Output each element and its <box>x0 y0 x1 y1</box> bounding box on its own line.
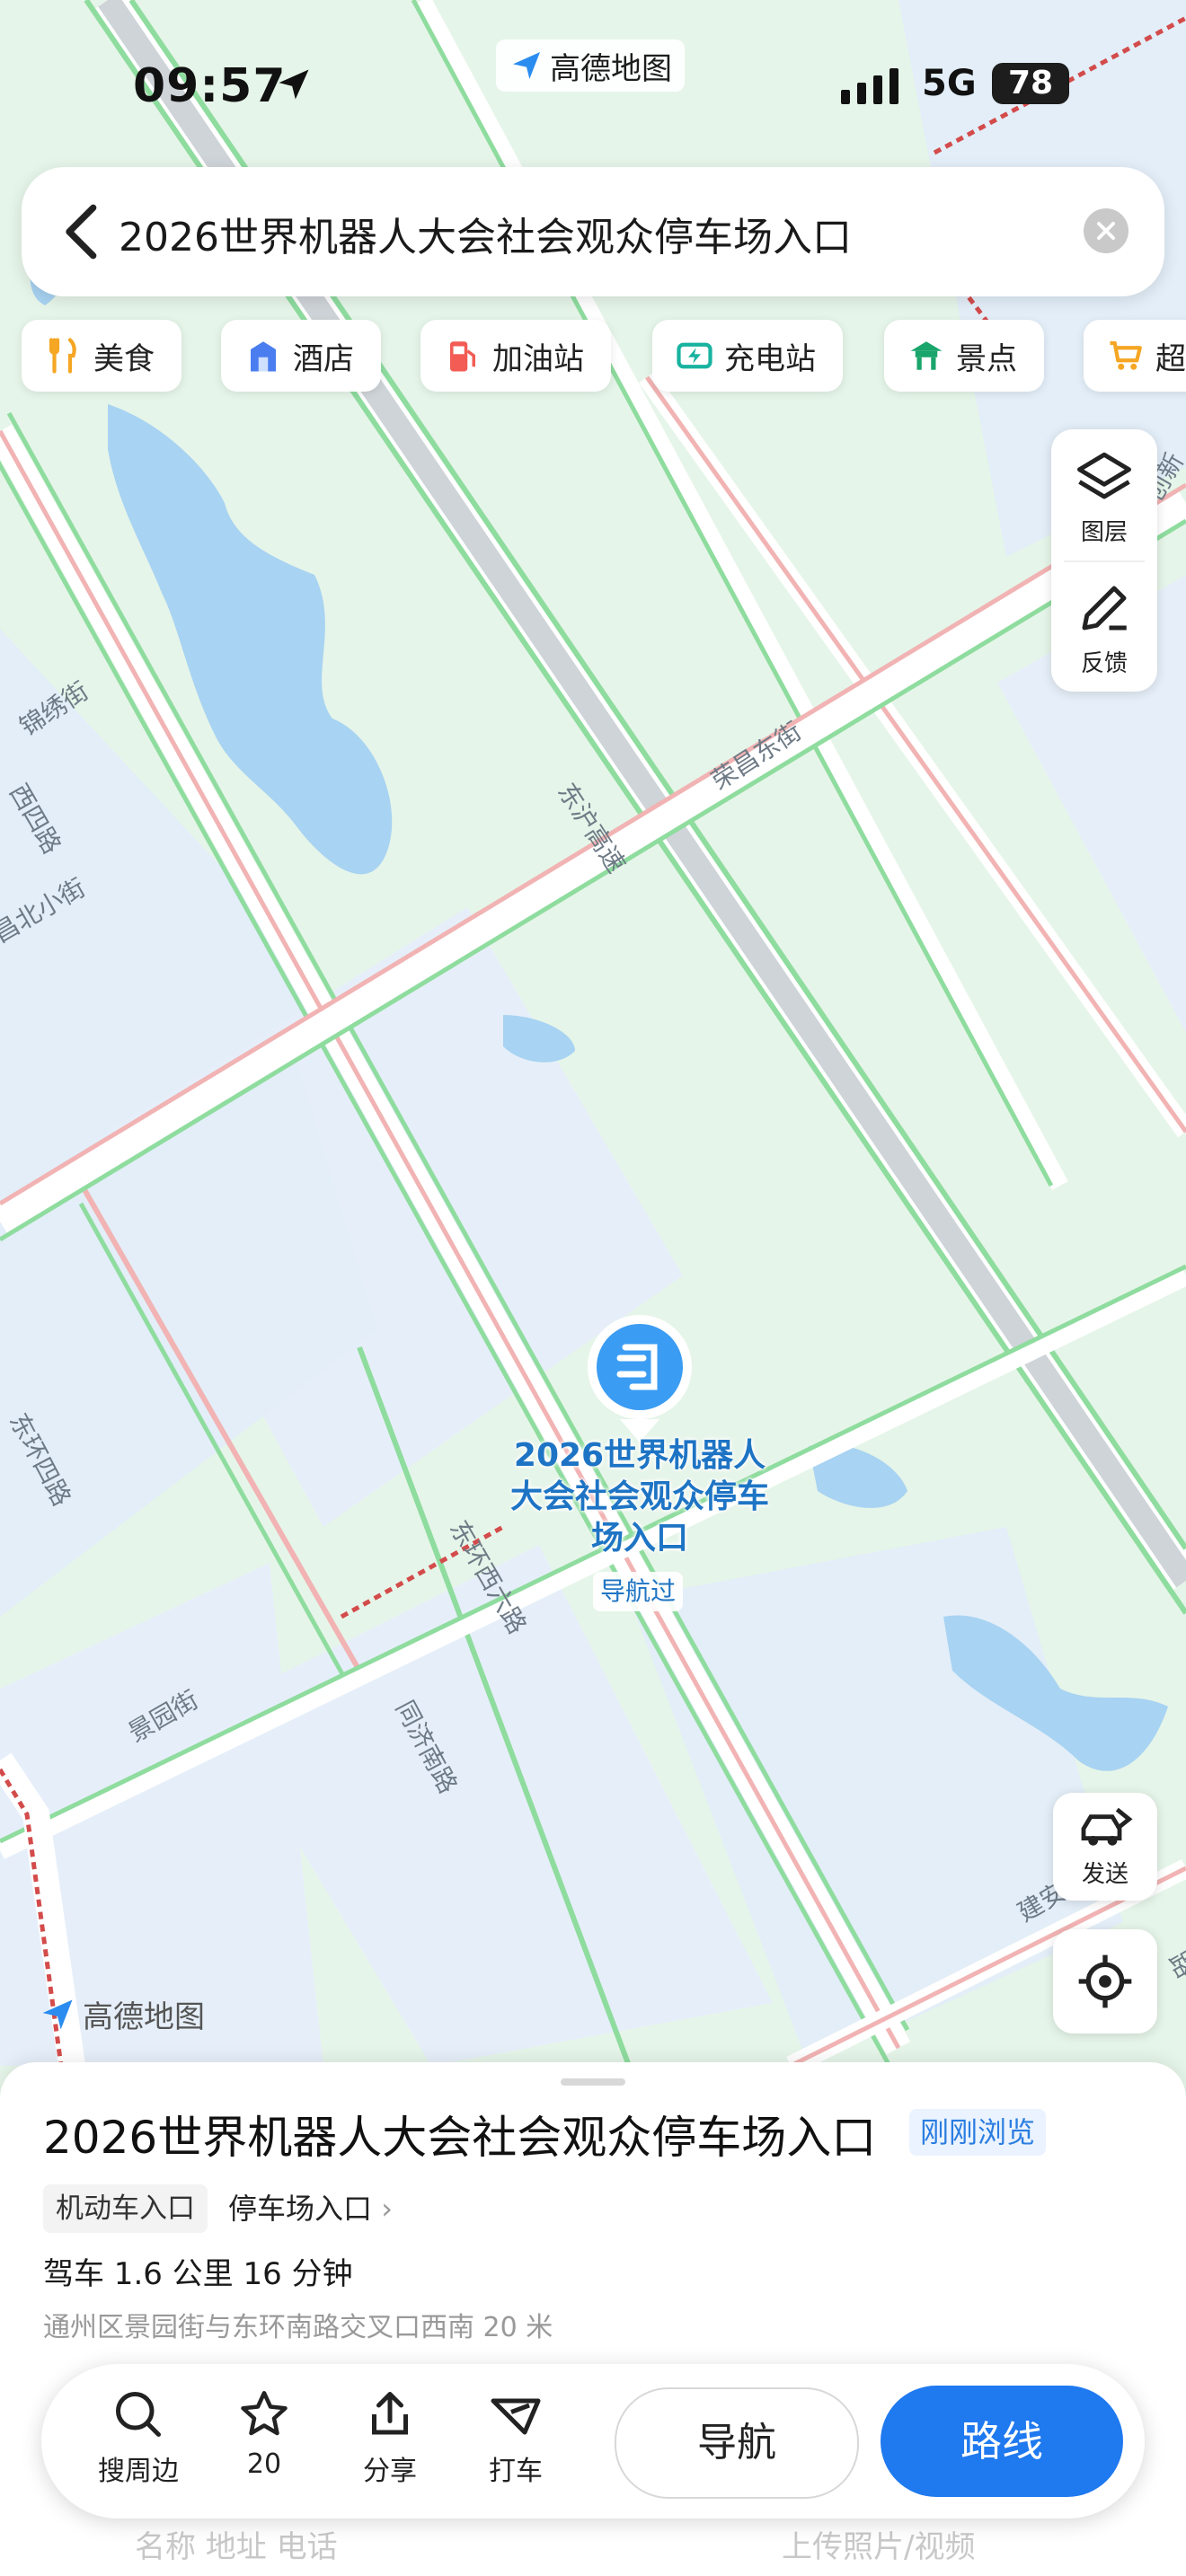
location-arrow-icon <box>279 69 309 100</box>
star-icon <box>241 2391 288 2436</box>
locate-crosshair-icon <box>1078 1954 1132 2008</box>
battery-indicator: 78 <box>992 63 1069 104</box>
route-button[interactable]: 路线 <box>881 2386 1123 2497</box>
amap-logo-icon <box>42 1999 73 2029</box>
favorites-count: 20 <box>246 2448 282 2480</box>
marker-name[interactable]: 2026世界机器人大会社会观众停车场入口 <box>503 1435 776 1559</box>
poi-category: 停车场入口 <box>228 2192 373 2226</box>
watermark-text: 高德地图 <box>83 1999 205 2035</box>
poi-title: 2026世界机器人大会社会观众停车场入口 <box>43 2112 877 2164</box>
category-chip-charging[interactable]: 充电站 <box>652 320 843 392</box>
feedback-label: 反馈 <box>1080 650 1128 677</box>
layers-label: 图层 <box>1080 519 1128 546</box>
category-label: 充电站 <box>724 340 816 377</box>
share-button[interactable]: 分享 <box>336 2387 444 2488</box>
share-icon <box>372 2392 408 2435</box>
layers-icon <box>1077 452 1131 499</box>
pavilion-icon <box>910 341 943 370</box>
category-chip-hotel[interactable]: 酒店 <box>221 320 381 392</box>
edit-pencil-icon <box>1082 586 1127 631</box>
fork-knife-icon <box>49 338 76 374</box>
send-label: 发送 <box>1081 1861 1128 1888</box>
category-label: 超 <box>1155 340 1186 377</box>
search-nearby-label: 搜周边 <box>98 2456 179 2487</box>
poi-tag: 机动车入口 <box>43 2184 208 2233</box>
category-chip-attractions[interactable]: 景点 <box>884 320 1044 392</box>
category-chip-supermarket[interactable]: 超 <box>1084 320 1186 392</box>
category-chip-gas-station[interactable]: 加油站 <box>420 320 611 392</box>
taxi-label: 打车 <box>489 2456 543 2487</box>
hotel-icon <box>251 341 276 372</box>
taxi-button[interactable]: 打车 <box>462 2387 570 2488</box>
clear-search-button[interactable] <box>1084 208 1128 253</box>
sheet-drag-handle[interactable] <box>561 2078 625 2086</box>
search-query[interactable]: 2026世界机器人大会社会观众停车场入口 <box>119 205 852 262</box>
amap-logo-icon <box>513 52 540 79</box>
signal-icon <box>841 68 898 104</box>
car-send-icon <box>1081 1807 1133 1846</box>
category-label: 美食 <box>93 340 155 377</box>
close-icon <box>1097 222 1115 240</box>
upload-media-text: 上传照片/视频 <box>782 2529 976 2565</box>
navigated-tag: 导航过 <box>593 1572 684 1611</box>
recently-viewed-badge: 刚刚浏览 <box>909 2109 1047 2156</box>
locate-me-button[interactable] <box>1053 1929 1157 2033</box>
back-to-app-indicator[interactable]: 高德地图 <box>496 40 685 92</box>
network-type: 5G <box>922 63 977 104</box>
map-watermark: 高德地图 <box>38 1992 205 2036</box>
chevron-right-icon: › <box>381 2192 393 2226</box>
category-chip-food[interactable]: 美食 <box>22 320 181 392</box>
navigate-button[interactable]: 导航 <box>615 2387 859 2499</box>
layers-button[interactable]: 图层 <box>1051 429 1157 560</box>
category-label: 酒店 <box>293 340 354 377</box>
action-bar: 搜周边 20 分享 打车 导航 路线 <box>41 2364 1145 2519</box>
favorite-button[interactable]: 20 <box>210 2387 318 2480</box>
search-bar[interactable]: 2026世界机器人大会社会观众停车场入口 <box>22 167 1164 296</box>
hidden-info-text: 名称 地址 电话 <box>135 2529 338 2565</box>
search-nearby-button[interactable]: 搜周边 <box>84 2387 192 2488</box>
gas-pump-icon <box>450 341 475 372</box>
drive-info: 驾车 1.6 公里 16 分钟 <box>43 2256 353 2292</box>
charging-icon <box>677 342 712 369</box>
send-to-car-button[interactable]: 发送 <box>1053 1793 1157 1901</box>
back-arrow-icon[interactable] <box>58 201 111 262</box>
share-label: 分享 <box>363 2456 417 2487</box>
poi-address: 通州区景园街与东环南路交叉口西南 20 米 <box>43 2312 553 2343</box>
feedback-button[interactable]: 反馈 <box>1051 560 1157 692</box>
poi-category-link[interactable]: 停车场入口 › <box>228 2184 393 2233</box>
search-icon <box>116 2392 161 2437</box>
status-time: 09:57 <box>133 59 287 113</box>
cart-icon <box>1110 340 1142 370</box>
map-tools-panel: 图层 反馈 <box>1051 429 1157 692</box>
category-label: 景点 <box>956 340 1017 377</box>
app-name: 高德地图 <box>550 50 672 87</box>
category-label: 加油站 <box>492 340 584 377</box>
taxi-icon <box>491 2398 541 2435</box>
